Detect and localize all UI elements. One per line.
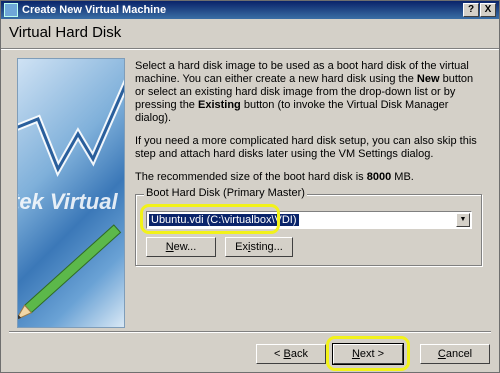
close-button[interactable]: X (480, 3, 496, 17)
highlight-ring-disk (140, 204, 280, 234)
chevron-down-icon[interactable]: ▼ (456, 213, 470, 227)
highlight-ring-next (326, 336, 410, 371)
page-header: Virtual Hard Disk (1, 19, 499, 48)
description-text: Select a hard disk image to be used as a… (135, 60, 480, 194)
back-button[interactable]: < Back (256, 344, 326, 364)
side-banner-image: tek Virtual (17, 58, 125, 328)
existing-disk-button[interactable]: Existing... (225, 237, 293, 257)
virtualbox-icon (4, 3, 18, 17)
boot-disk-group-label: Boot Hard Disk (Primary Master) (144, 187, 307, 199)
description-para-2: If you need a more complicated hard disk… (135, 135, 477, 160)
content-area: tek Virtual Select a hard disk image to … (1, 50, 499, 328)
window-title: Create New Virtual Machine (22, 4, 167, 16)
title-bar: Create New Virtual Machine ? X (1, 1, 499, 19)
description-para-3: The recommended size of the boot hard di… (135, 171, 414, 183)
new-disk-button[interactable]: New... (146, 237, 216, 257)
boot-disk-group: Boot Hard Disk (Primary Master) Ubuntu.v… (135, 187, 482, 266)
banner-text: tek Virtual (18, 189, 118, 214)
help-button[interactable]: ? (463, 3, 479, 17)
cancel-button[interactable]: Cancel (420, 344, 490, 364)
description-para-1: Select a hard disk image to be used as a… (135, 60, 474, 124)
page-title: Virtual Hard Disk (9, 24, 122, 41)
banner-graphic: tek Virtual (18, 79, 124, 321)
wizard-window: Create New Virtual Machine ? X Virtual H… (0, 0, 500, 373)
